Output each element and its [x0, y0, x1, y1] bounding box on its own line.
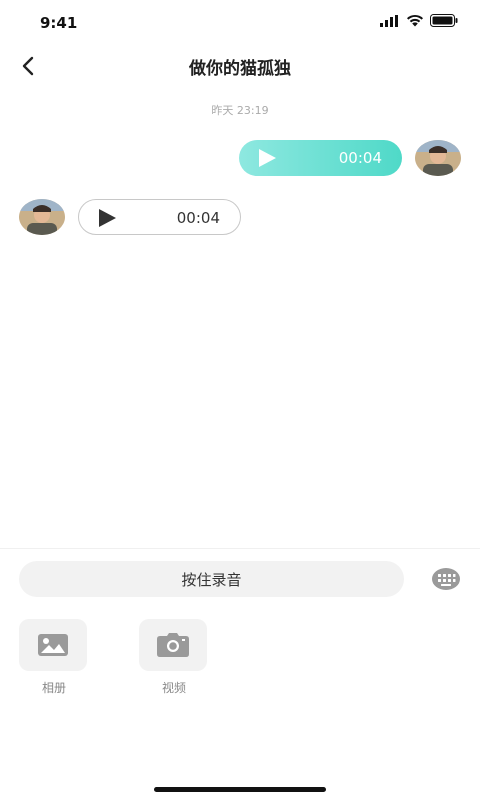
voice-duration: 00:04: [176, 209, 220, 227]
tool-video[interactable]: 视频: [139, 619, 209, 696]
wifi-icon: [407, 14, 423, 27]
status-icons: [380, 14, 458, 27]
voice-duration: 00:04: [338, 149, 382, 167]
message-timestamp: 昨天 23:19: [211, 104, 269, 117]
battery-icon: [430, 14, 458, 27]
status-bar: 9:41: [0, 0, 480, 44]
signal-icon: [380, 14, 398, 27]
video-button[interactable]: [139, 619, 207, 671]
tool-video-label: 视频: [161, 681, 186, 695]
nav-bar: 做你的猫孤独: [0, 44, 480, 88]
play-icon: [259, 149, 276, 167]
hold-to-record-button[interactable]: 按住录音: [19, 561, 404, 597]
image-icon: [38, 634, 68, 656]
home-indicator: [154, 787, 326, 792]
my-avatar[interactable]: [415, 140, 461, 176]
play-icon: [99, 209, 116, 227]
tool-album[interactable]: 相册: [19, 619, 89, 696]
avatar-photo: [415, 140, 461, 176]
camera-icon: [157, 633, 189, 657]
incoming-voice-message[interactable]: 00:04: [78, 199, 241, 235]
outgoing-voice-message[interactable]: 00:04: [239, 140, 402, 176]
page-title: 做你的猫孤独: [189, 59, 291, 79]
album-button[interactable]: [19, 619, 87, 671]
keyboard-icon: [432, 568, 460, 590]
avatar-photo: [19, 199, 65, 235]
keyboard-toggle-button[interactable]: [431, 566, 461, 592]
status-time: 9:41: [40, 14, 78, 32]
friend-avatar[interactable]: [19, 199, 65, 235]
tool-album-label: 相册: [41, 681, 66, 695]
input-panel: 按住录音 相册 视频: [0, 548, 480, 801]
